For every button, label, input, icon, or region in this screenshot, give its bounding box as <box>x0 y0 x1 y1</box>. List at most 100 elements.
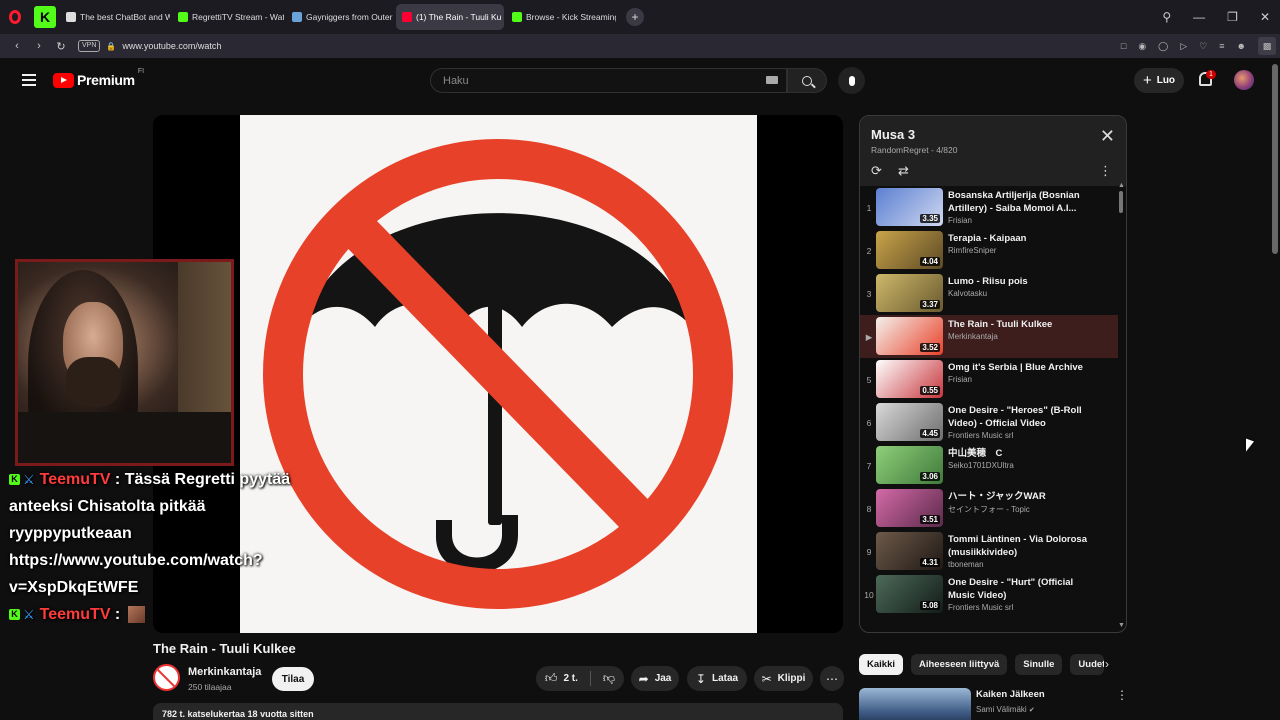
new-tab-button[interactable]: + <box>626 8 644 26</box>
subscribe-button[interactable]: Tilaa <box>272 667 314 691</box>
filter-chip[interactable]: Uudet l <box>1070 654 1105 675</box>
chat-text: Tässä Regretti pyytää anteeksi Chisatolt… <box>9 471 291 596</box>
like-separator <box>589 671 591 686</box>
playlist-item-title: ハート・ジャックWAR <box>948 491 1046 502</box>
search-button[interactable] <box>787 68 827 93</box>
related-video-menu-icon[interactable]: ⋮ <box>1116 688 1128 702</box>
playlist-item-thumbnail: 5.08 <box>876 575 943 613</box>
tab-label: The best ChatBot and Wid <box>80 12 170 22</box>
reload-icon[interactable]: ↻ <box>50 40 72 53</box>
playlist-item-channel: Frontiers Music srl <box>948 603 1014 612</box>
opera-menu-icon[interactable] <box>0 0 30 34</box>
search-input[interactable]: Haku <box>430 68 787 93</box>
playlist-item-index: 9 <box>866 547 872 557</box>
playlist-item[interactable]: 5 0.55 Omg it's Serbia | Blue Archive Frisi… <box>860 358 1118 401</box>
back-icon[interactable]: ‹ <box>6 40 28 52</box>
related-video-channel[interactable]: Sami Välimäki ✔ <box>976 705 1035 714</box>
channel-avatar[interactable] <box>153 664 180 691</box>
playlist-item[interactable]: 10 5.08 One Desire - "Hurt" (Official Musi… <box>860 573 1118 616</box>
clip-button[interactable]: ✂ Klippi <box>754 666 813 691</box>
browser-tab[interactable]: The best ChatBot and Wid <box>60 4 170 30</box>
playlist-item[interactable]: 7 3.06 中山美穂 C Seiko1701DXUltra <box>860 444 1118 487</box>
chat-username: TeemuTV <box>39 471 111 488</box>
like-count[interactable]: 2 t. <box>563 673 577 684</box>
maximize-icon[interactable]: ❐ <box>1227 10 1238 24</box>
playlist-item[interactable]: 3 3.37 Lumo - Riisu pois Kalvotasku <box>860 272 1118 315</box>
playlist-subtitle[interactable]: RandomRegret - 4/820 <box>871 145 957 155</box>
account-avatar[interactable] <box>1234 70 1254 90</box>
camera-icon[interactable]: ◉ <box>1138 41 1146 52</box>
more-actions-button[interactable]: ⋯ <box>820 666 844 691</box>
playlist-item[interactable]: ▶ 3.52 The Rain - Tuuli Kulkee Merkinkantaj… <box>860 315 1118 358</box>
close-playlist-icon[interactable]: ✕ <box>1100 127 1115 145</box>
playlist-item[interactable]: 9 4.31 Tommi Läntinen - Via Dolorosa (musi… <box>860 530 1118 573</box>
share-button[interactable]: ➦ Jaa <box>631 666 679 691</box>
filter-chip[interactable]: Aiheeseen liittyvä <box>911 654 1008 675</box>
menu-lines-icon[interactable]: ≡ <box>1219 41 1224 51</box>
playlist-title[interactable]: Musa 3 <box>871 127 915 142</box>
description-box[interactable]: 782 t. katselukertaa 18 vuotta sitten <box>153 703 843 720</box>
playlist-item-thumbnail: 3.51 <box>876 489 943 527</box>
dislike-icon[interactable]: 👎︎ <box>603 671 615 686</box>
voice-search-button[interactable] <box>838 67 865 94</box>
filter-chip[interactable]: Sinulle <box>1015 654 1063 675</box>
extension-icon[interactable]: ▩ <box>1258 37 1276 55</box>
lock-icon[interactable]: 🔒 <box>106 42 116 51</box>
filter-chip[interactable]: Kaikki <box>859 654 903 675</box>
snapshot-icon[interactable]: □ <box>1121 41 1126 51</box>
chips-next-icon[interactable]: › <box>1105 657 1109 671</box>
playlist-item[interactable]: 1 3.35 Bosanska Artiljerija (Bosnian Artil… <box>860 186 1118 229</box>
loop-icon[interactable]: ⟳ <box>871 163 882 179</box>
download-button[interactable]: ↧ Lataa <box>687 666 747 691</box>
browser-tab[interactable]: (1) The Rain - Tuuli Ku <box>396 4 504 30</box>
profile-icon[interactable]: ☻ <box>1237 41 1246 51</box>
kick-sidebar-icon[interactable]: K <box>34 6 56 28</box>
related-video-thumbnail[interactable] <box>859 688 971 720</box>
close-window-icon[interactable]: ✕ <box>1260 10 1270 24</box>
playlist-item-thumbnail: 3.06 <box>876 446 943 484</box>
playlist-item-thumbnail: 3.35 <box>876 188 943 226</box>
url-field[interactable]: www.youtube.com/watch <box>122 41 221 51</box>
youtube-logo[interactable]: Premium FI <box>53 68 144 88</box>
like-icon[interactable]: 👍︎ <box>545 671 558 686</box>
chat-message: K ⚔ TeemuTV : Tässä Regretti pyytää anteek… <box>9 466 309 601</box>
playlist-item[interactable]: 8 3.51 ハート・ジャックWAR セイントフォー - Topic <box>860 487 1118 530</box>
heart-icon[interactable]: ♡ <box>1199 41 1207 52</box>
playlist-item-index: 7 <box>866 461 872 471</box>
channel-name[interactable]: Merkinkantaja <box>188 666 261 678</box>
guide-menu-icon[interactable] <box>22 74 36 86</box>
vpn-badge[interactable]: VPN <box>78 40 101 52</box>
playlist-item-duration: 0.55 <box>920 386 940 395</box>
scissors-icon: ✂ <box>761 671 772 686</box>
download-icon: ↧ <box>695 671 706 686</box>
scroll-down-icon[interactable]: ▼ <box>1118 622 1125 629</box>
playlist-item-channel: Seiko1701DXUltra <box>948 461 1014 470</box>
browser-tab[interactable]: RegrettiTV Stream - Watc <box>172 4 284 30</box>
forward-icon[interactable]: › <box>28 40 50 52</box>
kick-badge-icon: K <box>9 474 20 486</box>
playlist-item-title: One Desire - "Heroes" (B-Roll Video) - O… <box>948 405 1082 429</box>
related-video-title[interactable]: Kaiken Jälkeen <box>976 689 1045 700</box>
search-icon <box>802 75 812 86</box>
shield-icon[interactable]: ◯ <box>1158 41 1168 52</box>
page-scrollbar[interactable] <box>1272 64 1278 254</box>
search-tabs-icon[interactable]: ⚲ <box>1162 10 1171 24</box>
minimize-icon[interactable]: — <box>1193 10 1205 24</box>
browser-tab[interactable]: Browse - Kick Streaming <box>506 4 616 30</box>
keyboard-icon[interactable] <box>766 76 778 84</box>
youtube-header: Premium FI Haku + Luo 1 <box>0 58 1280 104</box>
playlist-item[interactable]: 6 4.45 One Desire - "Heroes" (B-Roll Video… <box>860 401 1118 444</box>
playlist-item-title: 中山美穂 C <box>948 448 1003 459</box>
playlist-menu-icon[interactable]: ⋮ <box>1099 163 1112 179</box>
playlist-scrollbar[interactable] <box>1119 191 1123 213</box>
playlist-item-title: Omg it's Serbia | Blue Archive <box>948 362 1083 373</box>
player-icon[interactable]: ▷ <box>1180 41 1187 52</box>
playlist-item-channel: セイントフォー - Topic <box>948 505 1030 514</box>
create-button[interactable]: + Luo <box>1134 68 1184 93</box>
browser-tab[interactable]: Gayniggers from Outer Sp <box>286 4 394 30</box>
share-label: Jaa <box>654 673 672 684</box>
playlist-item[interactable]: 2 4.04 Terapia - Kaipaan RimfireSniper <box>860 229 1118 272</box>
browser-tab-strip: K The best ChatBot and Wid RegrettiTV Str… <box>0 0 1280 34</box>
shuffle-icon[interactable]: ⇄ <box>898 163 909 179</box>
scroll-up-icon[interactable]: ▲ <box>1118 182 1125 189</box>
